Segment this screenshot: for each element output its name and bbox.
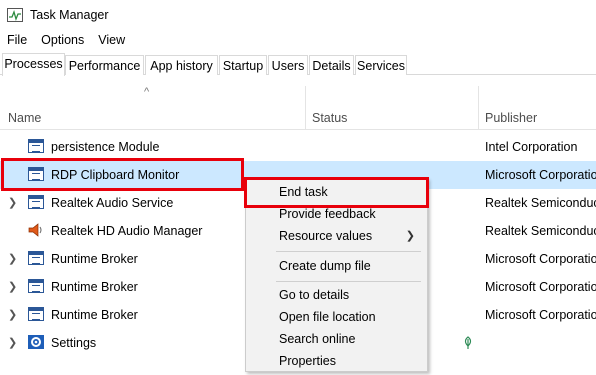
process-publisher: Microsoft Corporation	[485, 280, 596, 294]
process-name: Runtime Broker	[51, 252, 138, 266]
column-name[interactable]: Name	[8, 111, 41, 125]
ctx-provide-feedback[interactable]: Provide feedback	[246, 203, 427, 225]
window-icon	[28, 279, 44, 293]
process-name: Runtime Broker	[51, 280, 138, 294]
window-icon	[28, 167, 44, 181]
speaker-icon	[28, 223, 42, 237]
process-publisher: Realtek Semiconductor	[485, 196, 596, 210]
menu-divider	[276, 281, 421, 282]
ctx-provide-feedback-label: Provide feedback	[279, 207, 376, 221]
tab-processes[interactable]: Processes	[2, 53, 65, 76]
submenu-arrow-icon: ❯	[405, 230, 415, 242]
window-title: Task Manager	[30, 8, 109, 22]
process-name: Settings	[51, 336, 97, 350]
expand-chevron-icon[interactable]: ❯	[8, 308, 17, 321]
tab-details[interactable]: Details	[309, 55, 354, 75]
tab-startup[interactable]: Startup	[219, 55, 267, 75]
ctx-resource-values[interactable]: Resource values ❯	[246, 225, 427, 247]
expand-chevron-icon[interactable]: ❯	[8, 336, 17, 349]
column-status[interactable]: Status	[312, 111, 347, 125]
ctx-create-dump-file-label: Create dump file	[279, 259, 371, 273]
ctx-properties-label: Properties	[279, 354, 336, 368]
menu-view[interactable]: View	[91, 31, 132, 49]
gear-icon	[28, 335, 44, 349]
ctx-end-task[interactable]: End task	[246, 181, 427, 203]
window-icon	[28, 251, 44, 265]
sort-ascending-icon[interactable]: ^	[144, 86, 149, 98]
tab-app-history[interactable]: App history	[145, 55, 218, 75]
ctx-create-dump-file[interactable]: Create dump file	[246, 255, 427, 277]
menu-options[interactable]: Options	[34, 31, 91, 49]
menu-bar: File Options View	[0, 31, 132, 49]
process-name: Runtime Broker	[51, 308, 138, 322]
menu-divider	[276, 251, 421, 252]
process-name: Realtek Audio Service	[51, 196, 174, 210]
column-divider[interactable]	[478, 86, 479, 130]
menu-file[interactable]: File	[0, 31, 34, 49]
window-icon	[28, 195, 44, 209]
task-manager-icon	[7, 8, 23, 22]
ctx-resource-values-label: Resource values	[279, 229, 373, 243]
expand-chevron-icon[interactable]: ❯	[8, 252, 17, 265]
column-header: ^ Name Status Publisher	[0, 86, 596, 130]
process-publisher: Intel Corporation	[485, 140, 578, 154]
column-publisher[interactable]: Publisher	[485, 111, 537, 125]
window-icon	[28, 307, 44, 321]
tab-performance[interactable]: Performance	[65, 55, 144, 75]
expand-chevron-icon[interactable]: ❯	[8, 196, 17, 209]
window-icon	[28, 139, 44, 153]
process-name: RDP Clipboard Monitor	[51, 168, 180, 182]
ctx-go-to-details[interactable]: Go to details	[246, 284, 427, 306]
process-publisher: Microsoft Corporation	[485, 308, 596, 322]
leaf-icon	[464, 336, 472, 349]
tab-strip: Processes Performance App history Startu…	[0, 53, 596, 76]
ctx-open-file-location-label: Open file location	[279, 310, 376, 324]
process-row[interactable]: persistence Module Intel Corporation	[0, 133, 596, 161]
ctx-go-to-details-label: Go to details	[279, 288, 350, 302]
expand-chevron-icon[interactable]: ❯	[8, 280, 17, 293]
ctx-properties[interactable]: Properties	[246, 350, 427, 372]
process-name: Realtek HD Audio Manager	[51, 224, 203, 238]
tab-services[interactable]: Services	[355, 55, 407, 75]
tab-users[interactable]: Users	[268, 55, 308, 75]
ctx-search-online-label: Search online	[279, 332, 356, 346]
column-divider[interactable]	[305, 86, 306, 130]
ctx-open-file-location[interactable]: Open file location	[246, 306, 427, 328]
context-menu: End task Provide feedback Resource value…	[245, 178, 428, 372]
process-publisher: Microsoft Corporation	[485, 168, 596, 182]
ctx-end-task-label: End task	[279, 185, 328, 199]
ctx-search-online[interactable]: Search online	[246, 328, 427, 350]
title-bar: Task Manager	[0, 0, 596, 30]
process-publisher: Microsoft Corporation	[485, 252, 596, 266]
process-name: persistence Module	[51, 140, 160, 154]
process-publisher: Realtek Semiconductor	[485, 224, 596, 238]
